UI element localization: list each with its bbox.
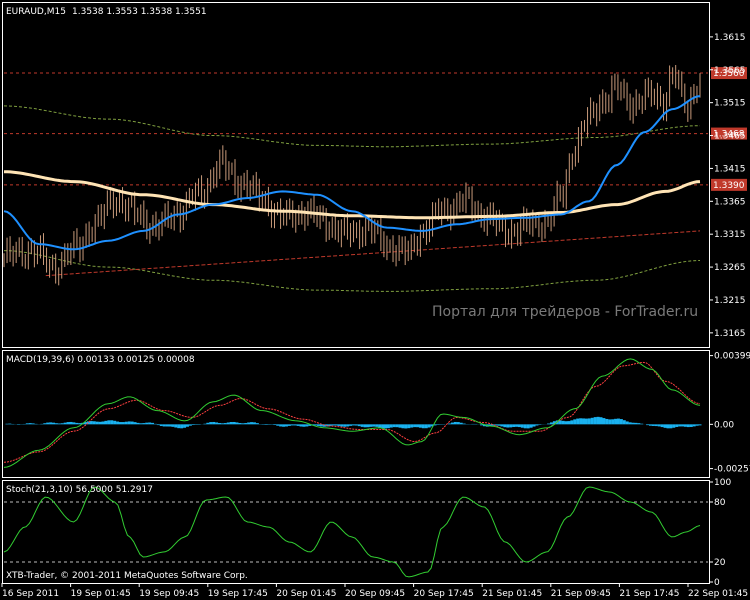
- trendline: [45, 230, 701, 277]
- stoch-title: Stoch(21,3,10) 56.5000 51.2917: [6, 485, 153, 495]
- time-axis-label: 16 Sep 2011: [2, 589, 59, 599]
- envelope-upper-line: [3, 105, 700, 148]
- level-price-label: 1.3390: [713, 181, 745, 191]
- stoch-plot: [3, 486, 708, 578]
- macd-plot: [3, 358, 702, 468]
- macd-axis-tick-label: -0.00257: [714, 465, 750, 475]
- time-axis-label: 20 Sep 01:45: [276, 589, 336, 599]
- ohlc-label: 1.3538 1.3553 1.3538 1.3551: [72, 7, 207, 17]
- price-axis-tick-label: 1.3615: [714, 33, 746, 43]
- price-axis-tick-label: 1.3215: [714, 296, 746, 306]
- price-axis-tick-label: 1.3365: [714, 197, 746, 207]
- time-axis-label: 19 Sep 01:45: [71, 589, 131, 599]
- macd-signal-line: [3, 361, 701, 463]
- stoch-panel-frame: [2, 480, 710, 584]
- price-axis-tick-label: 1.3415: [714, 164, 746, 174]
- stoch-axis-tick-label: 20: [714, 558, 726, 568]
- stoch-axis-tick-label: 100: [714, 478, 731, 488]
- price-axis-tick-label: 1.3165: [714, 329, 746, 339]
- time-axis-label: 19 Sep 17:45: [208, 589, 268, 599]
- main-price-plot: 1.35601.34681.3390: [3, 64, 747, 292]
- time-axis-label: 22 Sep 01:45: [688, 589, 748, 599]
- macd-panel-frame: [2, 350, 710, 478]
- stoch-main-line: [3, 486, 701, 578]
- macd-axis-tick-label: 0.00: [714, 420, 734, 430]
- time-axis-label: 20 Sep 09:45: [345, 589, 405, 599]
- price-axis-tick-label: 1.3315: [714, 230, 746, 240]
- macd-main-line: [3, 358, 701, 468]
- macd-title: MACD(19,39,6) 0.00133 0.00125 0.00008: [6, 355, 195, 365]
- time-axis-label: 20 Sep 17:45: [414, 589, 474, 599]
- chart-canvas: 1.35601.34681.3390 1.3615 1.3565 1.3515 1.3…: [1, 2, 750, 599]
- stoch-axis-tick-label: 0: [714, 578, 720, 588]
- price-axis-tick-label: 1.3465: [714, 132, 746, 142]
- price-axis-tick-label: 1.3265: [714, 263, 746, 273]
- time-axis-label: 21 Sep 17:45: [619, 589, 679, 599]
- price-axis-tick-label: 1.3515: [714, 99, 746, 109]
- macd-axis-tick-label: 0.00399: [714, 352, 750, 362]
- time-axis-label: 21 Sep 01:45: [482, 589, 542, 599]
- symbol-label: EURAUD,M15: [6, 7, 66, 17]
- stoch-axis-tick-label: 80: [714, 498, 726, 508]
- time-axis-label: 21 Sep 09:45: [551, 589, 611, 599]
- time-axis-label: 19 Sep 09:45: [139, 589, 199, 599]
- price-axis-tick-label: 1.3565: [714, 66, 746, 76]
- copyright-text: XTB-Trader, © 2001-2011 MetaQuotes Softw…: [6, 571, 248, 581]
- watermark-text: Портал для трейдеров - ForTrader.ru: [432, 304, 698, 320]
- main-panel-frame: [2, 2, 710, 348]
